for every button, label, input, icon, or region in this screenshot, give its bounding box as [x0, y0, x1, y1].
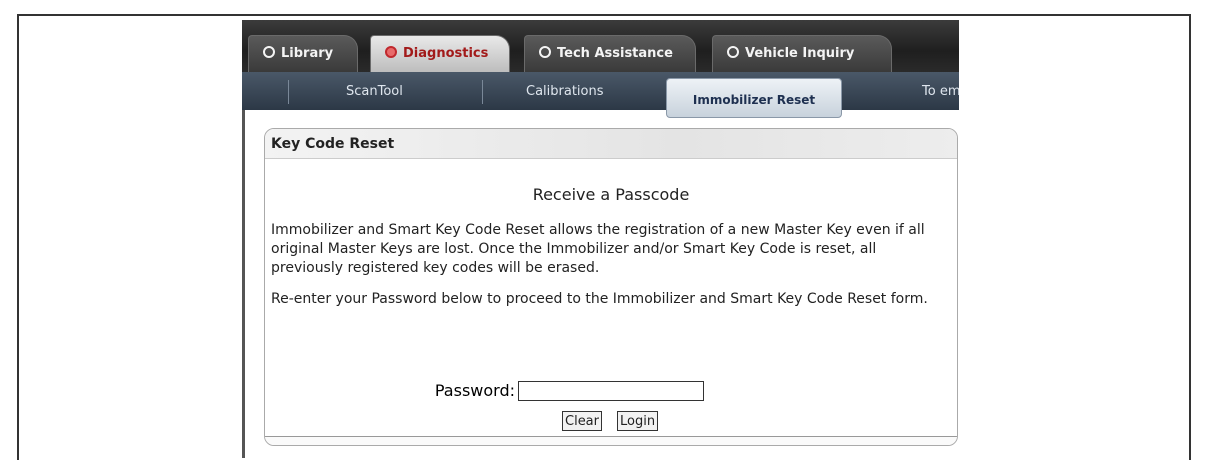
radio-dot-icon [385, 46, 397, 58]
tab-library[interactable]: Library [248, 35, 358, 72]
login-button[interactable]: Login [617, 411, 659, 431]
subtab-divider [482, 80, 483, 104]
subtab-divider [288, 80, 289, 104]
left-border [242, 110, 245, 458]
panel-header: Key Code Reset [265, 129, 957, 159]
description-paragraph: Immobilizer and Smart Key Code Reset all… [271, 222, 925, 276]
main-tab-bar: Library Diagnostics Tech Assistance Vehi… [242, 20, 959, 72]
subtab-scantool[interactable]: ScanTool [346, 84, 403, 99]
key-code-reset-panel: Key Code Reset Receive a Passcode Immobi… [264, 128, 958, 446]
app-window: Library Diagnostics Tech Assistance Vehi… [242, 20, 959, 458]
tab-label: Library [281, 46, 334, 61]
tab-vehicle-inquiry[interactable]: Vehicle Inquiry [712, 35, 892, 72]
subtab-immobilizer-reset[interactable]: Immobilizer Reset [666, 78, 842, 118]
tab-diagnostics[interactable]: Diagnostics [370, 35, 510, 72]
radio-dot-icon [539, 46, 551, 58]
tab-label: Vehicle Inquiry [745, 46, 855, 61]
instruction-paragraph: Re-enter your Password below to proceed … [271, 291, 928, 307]
panel-footer [265, 436, 957, 445]
tab-tech-assistance[interactable]: Tech Assistance [524, 35, 696, 72]
tab-label: Tech Assistance [557, 46, 673, 61]
clear-button[interactable]: Clear [562, 411, 602, 431]
subtab-to-em[interactable]: To em [922, 84, 959, 99]
password-label: Password: [434, 381, 515, 400]
tab-label: Diagnostics [403, 46, 489, 61]
panel-title: Receive a Passcode [532, 185, 690, 204]
radio-dot-icon [727, 46, 739, 58]
subtab-calibrations[interactable]: Calibrations [526, 84, 604, 99]
password-input[interactable] [518, 381, 704, 401]
sub-tab-bar: ScanTool Calibrations Immobilizer Reset … [242, 72, 959, 118]
radio-dot-icon [263, 46, 275, 58]
